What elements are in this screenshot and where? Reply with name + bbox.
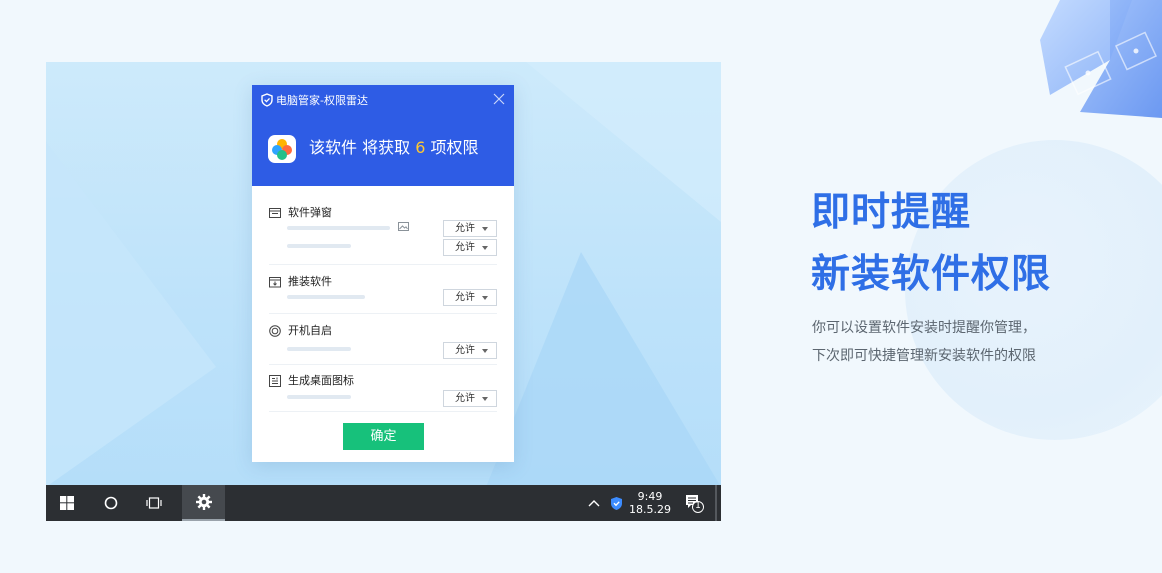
decorative-cube-icon — [1040, 0, 1162, 118]
dialog-header: 电脑管家-权限雷达 该软件 将获取 6 项权限 — [252, 85, 514, 186]
shield-tray-icon[interactable] — [607, 485, 625, 521]
close-icon[interactable] — [492, 91, 506, 105]
select-value: 允许 — [455, 292, 475, 303]
cortana-circle-icon[interactable] — [94, 485, 128, 521]
divider — [269, 313, 497, 314]
clock-time: 9:49 — [637, 490, 663, 503]
power-icon — [269, 325, 281, 337]
tray-chevron-up-icon[interactable] — [586, 485, 602, 521]
divider — [269, 364, 497, 365]
divider — [269, 264, 497, 265]
desktop-shortcut-icon — [269, 375, 281, 387]
promo-desc-line2: 下次即可快捷管理新安装软件的权限 — [812, 348, 1036, 364]
divider — [269, 411, 497, 412]
chevron-down-icon — [482, 227, 488, 231]
popup-window-icon — [269, 208, 281, 218]
chevron-down-icon — [482, 397, 488, 401]
placeholder-bar — [287, 244, 351, 248]
notification-count: 1 — [695, 501, 701, 511]
permission-select-install[interactable]: 允许 — [443, 289, 497, 306]
image-thumb-icon — [398, 222, 409, 231]
task-view-icon[interactable] — [137, 485, 171, 521]
headline-prefix: 该软件 将获取 — [309, 138, 411, 157]
placeholder-bar — [287, 347, 351, 351]
dialog-title: 电脑管家-权限雷达 — [276, 94, 368, 107]
taskbar-clock[interactable]: 9:49 18.5.29 — [628, 485, 672, 521]
select-value: 允许 — [455, 393, 475, 404]
permission-select-shortcut[interactable]: 允许 — [443, 390, 497, 407]
settings-gear-icon[interactable] — [182, 485, 225, 521]
permission-select-popup-1[interactable]: 允许 — [443, 220, 497, 237]
shield-logo-icon — [261, 93, 273, 107]
promo-desc-line1: 你可以设置软件安装时提醒你管理， — [812, 320, 1036, 336]
select-value: 允许 — [455, 242, 475, 253]
clock-date: 18.5.29 — [629, 503, 671, 516]
chevron-down-icon — [482, 349, 488, 353]
headline-suffix: 项权限 — [430, 138, 479, 157]
section-label-autostart: 开机自启 — [288, 324, 332, 337]
confirm-button[interactable]: 确定 — [343, 423, 424, 450]
placeholder-bar — [287, 295, 365, 299]
placeholder-bar — [287, 395, 351, 399]
permission-radar-dialog: 电脑管家-权限雷达 该软件 将获取 6 项权限 软件弹窗 允许 允许 推装软件 … — [252, 85, 514, 462]
app-logo-icon — [268, 135, 296, 163]
chevron-down-icon — [482, 296, 488, 300]
promo-headline-line2: 新装软件权限 — [811, 252, 1052, 297]
show-desktop-divider[interactable] — [715, 485, 717, 521]
permission-select-popup-2[interactable]: 允许 — [443, 239, 497, 256]
permission-headline: 该软件 将获取 6 项权限 — [309, 137, 478, 159]
section-label-install: 推装软件 — [288, 275, 332, 288]
chevron-down-icon — [482, 246, 488, 250]
section-label-popup: 软件弹窗 — [288, 206, 332, 219]
select-value: 允许 — [455, 223, 475, 234]
placeholder-bar — [287, 226, 390, 230]
install-box-icon — [269, 277, 281, 288]
action-center-icon[interactable]: 1 — [680, 485, 708, 521]
desktop-screenshot: 电脑管家-权限雷达 该软件 将获取 6 项权限 软件弹窗 允许 允许 推装软件 … — [46, 62, 721, 521]
permission-count: 6 — [415, 138, 426, 157]
section-label-shortcut: 生成桌面图标 — [288, 374, 354, 387]
select-value: 允许 — [455, 345, 475, 356]
promo-headline-line1: 即时提醒 — [811, 190, 972, 235]
windows-taskbar: 9:49 18.5.29 1 — [46, 485, 721, 521]
windows-start-icon[interactable] — [50, 485, 84, 521]
permission-select-autostart[interactable]: 允许 — [443, 342, 497, 359]
